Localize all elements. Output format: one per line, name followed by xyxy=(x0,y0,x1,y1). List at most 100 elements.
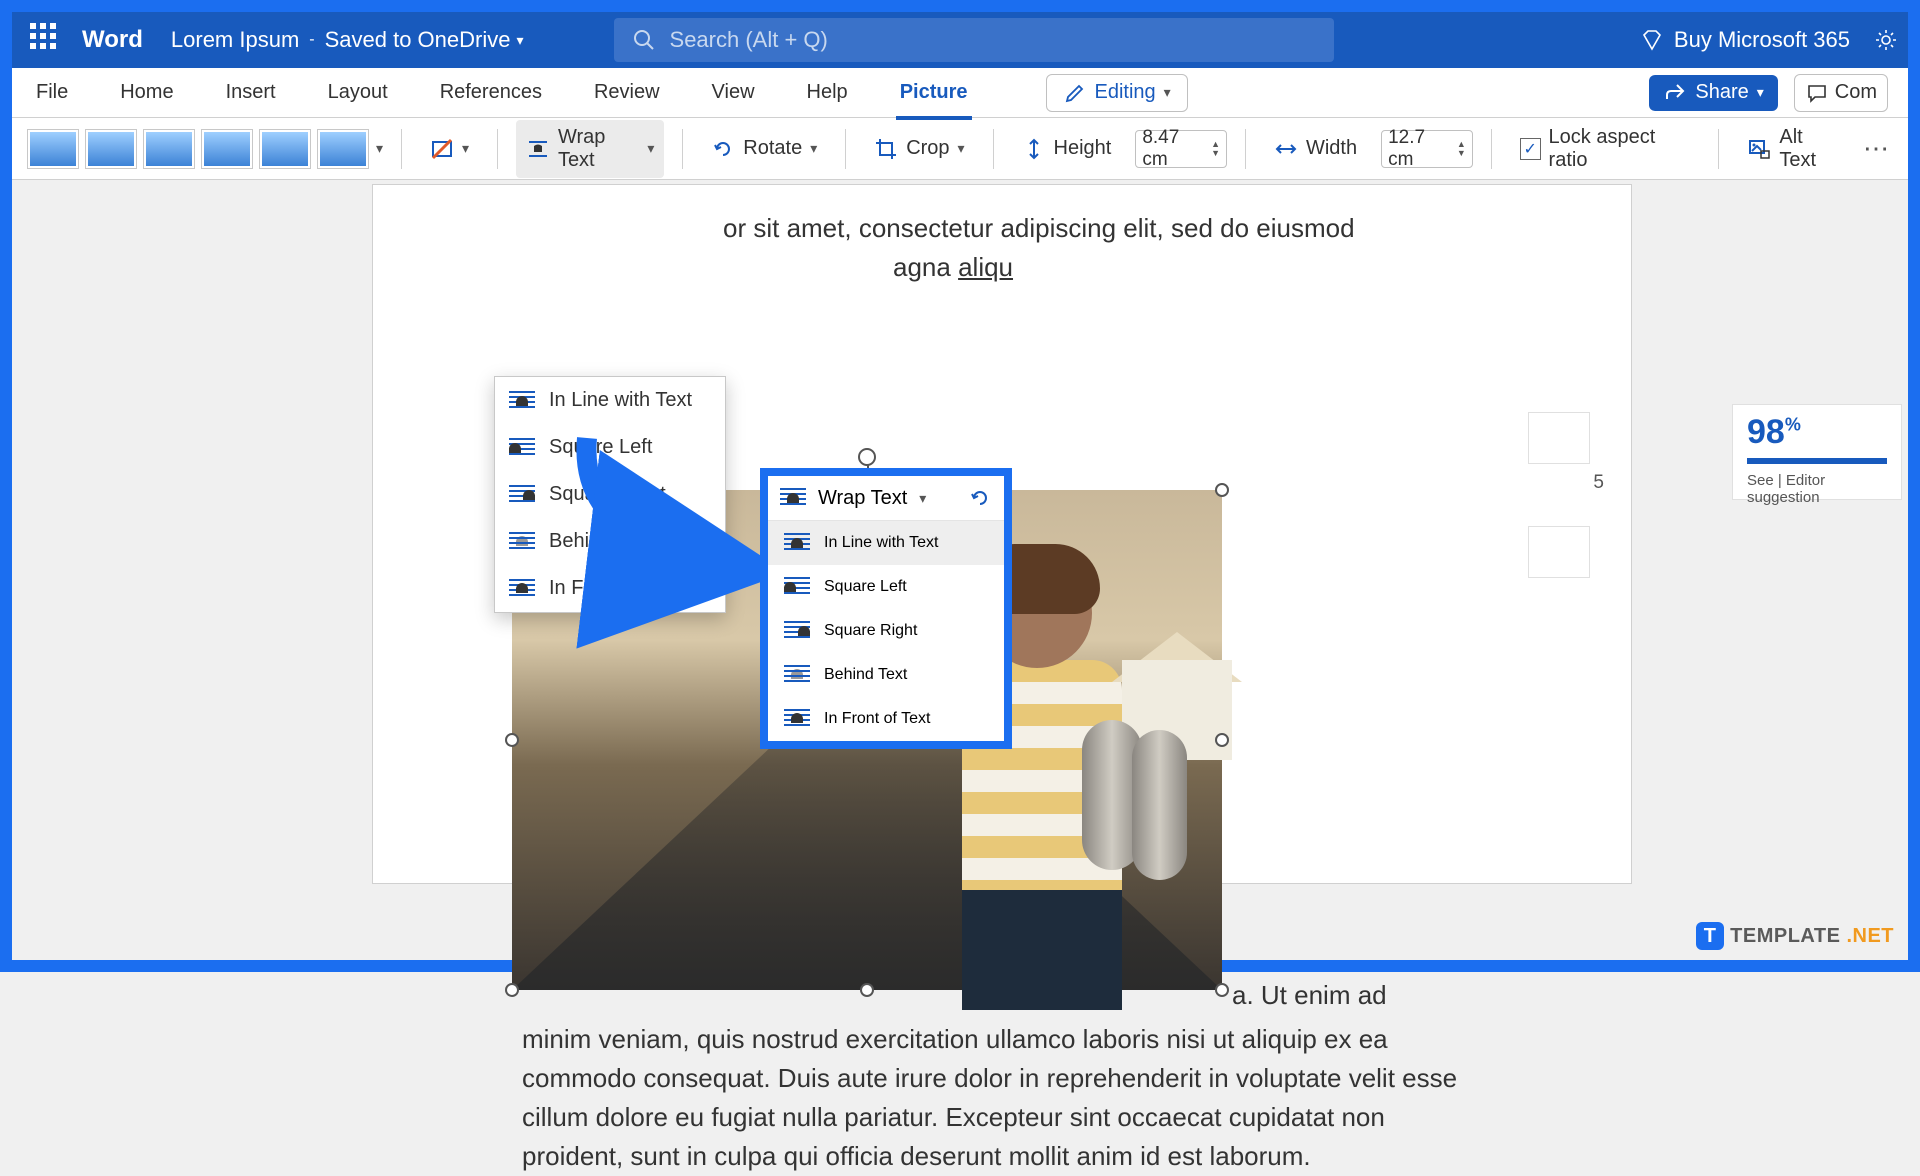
chevron-down-icon: ▾ xyxy=(647,140,654,157)
document-surface: or sit amet, consectetur adipiscing elit… xyxy=(12,180,1908,960)
tab-insert[interactable]: Insert xyxy=(222,75,280,110)
height-control: Height xyxy=(1012,131,1122,167)
divider xyxy=(1245,129,1246,169)
chevron-down-icon[interactable]: ▾ xyxy=(376,140,383,157)
resize-handle[interactable] xyxy=(505,733,519,747)
alt-text-button[interactable]: Alt Text xyxy=(1737,120,1849,178)
editing-mode-button[interactable]: Editing ▾ xyxy=(1046,74,1188,112)
lock-aspect-checkbox[interactable]: ✓ Lock aspect ratio xyxy=(1510,120,1701,178)
divider xyxy=(1491,129,1492,169)
resize-handle[interactable] xyxy=(505,983,519,997)
app-launcher-icon[interactable] xyxy=(30,23,64,57)
rotate-icon[interactable] xyxy=(968,486,992,510)
picture-border-button[interactable]: ▾ xyxy=(420,131,479,167)
spinner[interactable]: ▲▼ xyxy=(1211,140,1220,158)
resize-handle[interactable] xyxy=(1215,983,1229,997)
watermark-logo: T TEMPLATE.NET xyxy=(1696,922,1894,950)
divider xyxy=(845,129,846,169)
inline-wrap-icon xyxy=(784,533,810,553)
spinner[interactable]: ▲▼ xyxy=(1457,140,1466,158)
overflow-button[interactable]: ⋯ xyxy=(1863,133,1892,164)
styles-pane-slot[interactable] xyxy=(1528,412,1590,464)
paragraph-text: a. Ut enim ad xyxy=(1232,980,1462,1011)
menu-item-front-text[interactable]: In Front of Text xyxy=(768,697,1004,741)
style-thumb[interactable] xyxy=(28,130,78,168)
comments-button[interactable]: Com xyxy=(1794,74,1888,112)
divider xyxy=(497,129,498,169)
rotate-button[interactable]: Rotate ▾ xyxy=(701,131,827,167)
tab-picture[interactable]: Picture xyxy=(896,75,972,110)
wrap-text-popup: Wrap Text ▾ In Line with Text Square Lef… xyxy=(760,468,1012,749)
menu-item-inline[interactable]: In Line with Text xyxy=(495,377,725,424)
rotate-handle[interactable] xyxy=(858,448,876,466)
width-control: Width xyxy=(1264,131,1367,167)
divider xyxy=(401,129,402,169)
ribbon-tabs: File Home Insert Layout References Revie… xyxy=(12,68,1908,118)
styles-pane-slot[interactable] xyxy=(1528,526,1590,578)
chevron-down-icon: ▾ xyxy=(462,140,469,157)
border-icon xyxy=(430,137,454,161)
resize-handle[interactable] xyxy=(1215,733,1229,747)
chevron-down-icon: ▾ xyxy=(516,32,523,49)
saved-location[interactable]: Saved to OneDrive ▾ xyxy=(325,27,524,53)
style-thumb[interactable] xyxy=(260,130,310,168)
tab-layout[interactable]: Layout xyxy=(324,75,392,110)
share-button[interactable]: Share ▾ xyxy=(1649,75,1777,111)
chevron-down-icon: ▾ xyxy=(1164,84,1171,101)
wrap-text-icon xyxy=(526,137,550,161)
crop-button[interactable]: Crop ▾ xyxy=(864,131,974,167)
style-thumb[interactable] xyxy=(202,130,252,168)
buy-button[interactable]: Buy Microsoft 365 xyxy=(1640,27,1850,53)
popup-header[interactable]: Wrap Text ▾ xyxy=(768,476,1004,521)
chevron-down-icon: ▾ xyxy=(958,140,965,157)
square-left-icon xyxy=(784,577,810,597)
picture-styles-gallery[interactable]: ▾ xyxy=(28,130,383,168)
diamond-icon xyxy=(1640,28,1664,52)
tab-references[interactable]: References xyxy=(436,75,546,110)
chevron-down-icon: ▾ xyxy=(919,490,926,507)
height-icon xyxy=(1022,137,1046,161)
tab-home[interactable]: Home xyxy=(116,75,177,110)
callout-arrow xyxy=(567,428,767,588)
crop-icon xyxy=(874,137,898,161)
style-thumb[interactable] xyxy=(318,130,368,168)
pencil-icon xyxy=(1063,81,1087,105)
title-separator: - xyxy=(309,31,314,49)
width-icon xyxy=(1274,137,1298,161)
styles-count: 5 xyxy=(1593,472,1604,494)
share-icon xyxy=(1663,81,1687,105)
menu-item-square-left[interactable]: Square Left xyxy=(768,565,1004,609)
resize-handle[interactable] xyxy=(1215,483,1229,497)
paragraph-text: agna aliqu xyxy=(893,248,1581,287)
menu-item-behind-text[interactable]: Behind Text xyxy=(768,653,1004,697)
editor-suggestions-link[interactable]: See | Editor suggestion xyxy=(1747,472,1887,506)
editor-score: 98% xyxy=(1747,413,1887,452)
wrap-text-button[interactable]: Wrap Text ▾ xyxy=(516,120,664,178)
search-box[interactable] xyxy=(614,18,1334,62)
chevron-down-icon: ▾ xyxy=(810,140,817,157)
logo-badge-icon: T xyxy=(1696,922,1724,950)
paragraph-text: minim veniam, quis nostrud exercitation … xyxy=(522,1020,1472,1176)
tab-view[interactable]: View xyxy=(708,75,759,110)
height-input[interactable]: 8.47 cm ▲▼ xyxy=(1135,130,1227,168)
front-text-icon xyxy=(509,579,535,599)
app-name: Word xyxy=(82,26,143,54)
paragraph-text: or sit amet, consectetur adipiscing elit… xyxy=(723,209,1581,248)
editor-panel[interactable]: 98% See | Editor suggestion xyxy=(1732,404,1902,500)
divider xyxy=(682,129,683,169)
divider xyxy=(1718,129,1719,169)
menu-item-square-right[interactable]: Square Right xyxy=(768,609,1004,653)
style-thumb[interactable] xyxy=(86,130,136,168)
menu-item-inline[interactable]: In Line with Text xyxy=(768,521,1004,565)
width-input[interactable]: 12.7 cm ▲▼ xyxy=(1381,130,1473,168)
tab-help[interactable]: Help xyxy=(803,75,852,110)
tab-file[interactable]: File xyxy=(32,75,72,110)
style-thumb[interactable] xyxy=(144,130,194,168)
rotate-icon xyxy=(711,137,735,161)
resize-handle[interactable] xyxy=(860,983,874,997)
gear-icon[interactable] xyxy=(1874,28,1898,52)
picture-toolbar: ▾ ▾ Wrap Text ▾ Rotate ▾ Crop ▾ Height 8… xyxy=(12,118,1908,180)
document-title[interactable]: Lorem Ipsum xyxy=(171,27,299,53)
tab-review[interactable]: Review xyxy=(590,75,664,110)
search-input[interactable] xyxy=(670,27,1316,53)
